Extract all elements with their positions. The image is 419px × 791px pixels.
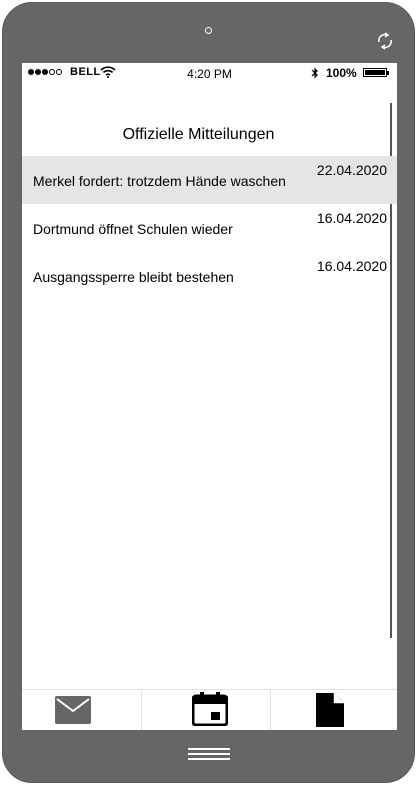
battery-tip <box>387 71 389 75</box>
list-item[interactable]: Merkel fordert: trotzdem Hände waschen 2… <box>22 156 397 204</box>
tab-calendar[interactable] <box>142 690 270 730</box>
tab-documents[interactable] <box>271 690 397 730</box>
announcement-date: 16.04.2020 <box>316 210 387 226</box>
announcement-title: Dortmund öffnet Schulen wieder <box>33 221 233 237</box>
document-icon <box>316 693 344 727</box>
announcement-title: Ausgangssperre bleibt bestehen <box>33 269 234 285</box>
status-bar: BELL 4:20 PM 100% <box>22 63 397 83</box>
mail-icon <box>55 696 91 724</box>
tab-mail[interactable] <box>22 690 141 730</box>
battery-percentage: 100% <box>326 66 357 80</box>
phone-device: BELL 4:20 PM 100% Offizielle Mitteilunge… <box>0 0 419 791</box>
list-item[interactable]: Ausgangssperre bleibt bestehen 16.04.202… <box>22 252 397 300</box>
home-button[interactable] <box>188 748 230 762</box>
announcement-list: Merkel fordert: trotzdem Hände waschen 2… <box>22 156 397 300</box>
tab-bar <box>22 689 397 730</box>
announcement-date: 16.04.2020 <box>316 258 387 274</box>
calendar-icon <box>192 692 228 726</box>
list-item[interactable]: Dortmund öffnet Schulen wieder 16.04.202… <box>22 204 397 252</box>
bluetooth-icon <box>311 67 318 79</box>
camera-icon <box>205 27 212 34</box>
announcement-date: 22.04.2020 <box>316 162 387 178</box>
rotate-icon[interactable] <box>375 31 395 51</box>
battery-icon <box>363 68 387 77</box>
announcement-title: Merkel fordert: trotzdem Hände waschen <box>33 173 286 189</box>
page-title: Offizielle Mitteilungen <box>122 126 275 143</box>
app-screen: BELL 4:20 PM 100% Offizielle Mitteilunge… <box>22 63 397 730</box>
